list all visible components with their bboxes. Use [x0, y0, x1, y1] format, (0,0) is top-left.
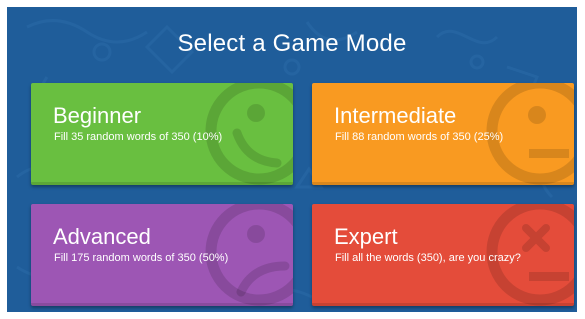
mode-card-advanced[interactable]: Advanced Fill 175 random words of 350 (5… — [31, 204, 293, 306]
mode-name: Expert — [334, 224, 398, 249]
mode-name: Advanced — [53, 224, 151, 249]
mode-description: Fill all the words (350), are you crazy? — [335, 252, 521, 264]
mode-card-beginner[interactable]: Beginner Fill 35 random words of 350 (10… — [31, 83, 293, 185]
card-shadow — [312, 182, 574, 185]
page-title: Select a Game Mode — [177, 30, 407, 57]
mode-description: Fill 35 random words of 350 (10%) — [54, 131, 223, 143]
card-shadow — [312, 303, 574, 306]
mode-name: Intermediate — [334, 103, 457, 128]
mode-card-intermediate[interactable]: Intermediate Fill 88 random words of 350… — [312, 83, 574, 185]
mode-description: Fill 88 random words of 350 (25%) — [335, 131, 504, 143]
card-shadow — [31, 182, 293, 185]
mode-description: Fill 175 random words of 350 (50%) — [54, 252, 229, 264]
mode-name: Beginner — [53, 103, 142, 128]
card-shadow — [31, 303, 293, 306]
game-mode-screen: Select a Game Mode Beginner Fill 35 rand… — [7, 7, 577, 312]
mode-card-expert[interactable]: Expert Fill all the words (350), are you… — [312, 204, 574, 306]
